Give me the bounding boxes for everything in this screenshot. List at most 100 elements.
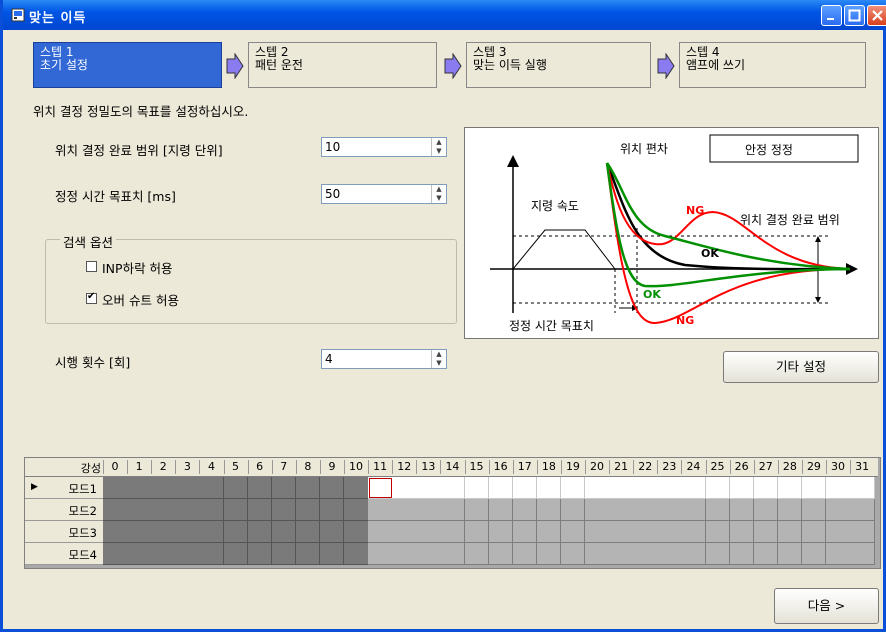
grid-cell[interactable] xyxy=(464,499,490,521)
grid-cell[interactable] xyxy=(657,477,682,499)
step-2[interactable]: 스텝 2 패턴 운전 xyxy=(248,42,437,88)
grid-cell[interactable] xyxy=(127,499,152,521)
grid-cell[interactable] xyxy=(560,521,586,543)
settle-time-stepper[interactable]: ▲ ▼ xyxy=(431,185,446,203)
grid-cell[interactable] xyxy=(729,477,755,499)
grid-cell[interactable] xyxy=(826,521,851,543)
grid-cell[interactable] xyxy=(151,543,176,565)
grid-cell[interactable] xyxy=(464,543,490,565)
spin-up-icon[interactable]: ▲ xyxy=(432,138,446,147)
grid-cell[interactable] xyxy=(512,499,538,521)
grid-cell[interactable] xyxy=(247,477,273,499)
grid-cell[interactable] xyxy=(271,543,297,565)
grid-cell[interactable] xyxy=(609,521,634,543)
grid-cell[interactable] xyxy=(344,521,369,543)
grid-cell[interactable] xyxy=(416,543,441,565)
grid-cell[interactable] xyxy=(223,543,249,565)
grid-cell[interactable] xyxy=(560,499,586,521)
trials-value[interactable]: 4 xyxy=(325,352,333,366)
grid-cell[interactable] xyxy=(729,499,755,521)
grid-cell[interactable] xyxy=(392,477,417,499)
grid-cell[interactable] xyxy=(223,521,249,543)
grid-cell[interactable] xyxy=(295,499,321,521)
grid-cell[interactable] xyxy=(247,543,273,565)
grid-cell[interactable] xyxy=(368,521,393,543)
grid-cell[interactable] xyxy=(295,543,321,565)
grid-row-header[interactable]: 모드2 xyxy=(25,499,103,521)
grid-cell[interactable] xyxy=(826,499,851,521)
grid-cell[interactable] xyxy=(633,521,658,543)
grid-cell[interactable] xyxy=(368,477,393,499)
grid-cell[interactable] xyxy=(657,521,682,543)
step-3[interactable]: 스텝 3 맞는 이득 실행 xyxy=(466,42,651,88)
grid-cell[interactable] xyxy=(633,499,658,521)
grid-cell[interactable] xyxy=(850,521,875,543)
grid-cell[interactable] xyxy=(344,477,369,499)
spin-down-icon[interactable]: ▼ xyxy=(432,359,446,368)
grid-cell[interactable] xyxy=(536,499,562,521)
grid-cell[interactable] xyxy=(344,543,369,565)
title-bar[interactable]: 맞는 이득 xyxy=(3,0,886,30)
grid-cell[interactable] xyxy=(103,477,128,499)
grid-cell[interactable] xyxy=(416,499,441,521)
grid-cell[interactable] xyxy=(199,543,224,565)
grid-cell[interactable] xyxy=(681,477,706,499)
spin-down-icon[interactable]: ▼ xyxy=(432,194,446,203)
settle-time-value[interactable]: 50 xyxy=(325,187,340,201)
grid-cell[interactable] xyxy=(319,499,345,521)
grid-cell[interactable] xyxy=(585,499,610,521)
grid-cell[interactable] xyxy=(127,477,152,499)
grid-cell[interactable] xyxy=(826,477,851,499)
grid-cell[interactable] xyxy=(753,543,779,565)
grid-cell[interactable] xyxy=(223,499,249,521)
grid-cell[interactable] xyxy=(753,521,779,543)
maximize-button[interactable] xyxy=(844,5,865,26)
grid-cell[interactable] xyxy=(681,543,706,565)
grid-cell[interactable] xyxy=(850,543,875,565)
grid-cell[interactable] xyxy=(488,477,514,499)
grid-cell[interactable] xyxy=(777,499,803,521)
grid-cell[interactable] xyxy=(440,499,465,521)
grid-cell[interactable] xyxy=(729,543,755,565)
grid-cell[interactable] xyxy=(850,499,875,521)
grid-cell[interactable] xyxy=(175,499,200,521)
grid-cell[interactable] xyxy=(657,543,682,565)
grid-cell[interactable] xyxy=(151,477,176,499)
grid-cell[interactable] xyxy=(801,521,827,543)
grid-cell[interactable] xyxy=(440,521,465,543)
grid-cell[interactable] xyxy=(512,543,538,565)
grid-cell[interactable] xyxy=(681,499,706,521)
step-1[interactable]: 스텝 1 초기 설정 xyxy=(33,42,222,88)
grid-cell[interactable] xyxy=(753,499,779,521)
grid-cell[interactable] xyxy=(657,499,682,521)
grid-cell[interactable] xyxy=(175,543,200,565)
grid-cell[interactable] xyxy=(319,477,345,499)
grid-cell[interactable] xyxy=(801,543,827,565)
grid-cell[interactable] xyxy=(392,499,417,521)
trials-stepper[interactable]: ▲ ▼ xyxy=(431,350,446,368)
grid-cell[interactable] xyxy=(488,543,514,565)
grid-cell[interactable] xyxy=(151,499,176,521)
inp-drop-checkbox[interactable] xyxy=(86,261,97,272)
grid-cell[interactable] xyxy=(392,521,417,543)
grid-cell[interactable] xyxy=(103,543,128,565)
spin-up-icon[interactable]: ▲ xyxy=(432,350,446,359)
grid-cell[interactable] xyxy=(512,477,538,499)
grid-cell[interactable] xyxy=(295,477,321,499)
grid-cell[interactable] xyxy=(536,521,562,543)
grid-row-header[interactable]: ▶ 모드1 xyxy=(25,477,103,499)
grid-cell[interactable] xyxy=(247,521,273,543)
grid-cell[interactable] xyxy=(199,521,224,543)
grid-cell[interactable] xyxy=(729,521,755,543)
grid-cell[interactable] xyxy=(681,521,706,543)
grid-cell[interactable] xyxy=(585,477,610,499)
grid-cell[interactable] xyxy=(536,477,562,499)
grid-cell[interactable] xyxy=(753,477,779,499)
trials-spinbox[interactable]: 4 ▲ ▼ xyxy=(321,349,447,369)
grid-cell[interactable] xyxy=(440,477,465,499)
grid-cell[interactable] xyxy=(271,477,297,499)
grid-cell[interactable] xyxy=(633,477,658,499)
grid-cell[interactable] xyxy=(705,477,731,499)
grid-cell[interactable] xyxy=(440,543,465,565)
close-button[interactable] xyxy=(867,5,886,26)
